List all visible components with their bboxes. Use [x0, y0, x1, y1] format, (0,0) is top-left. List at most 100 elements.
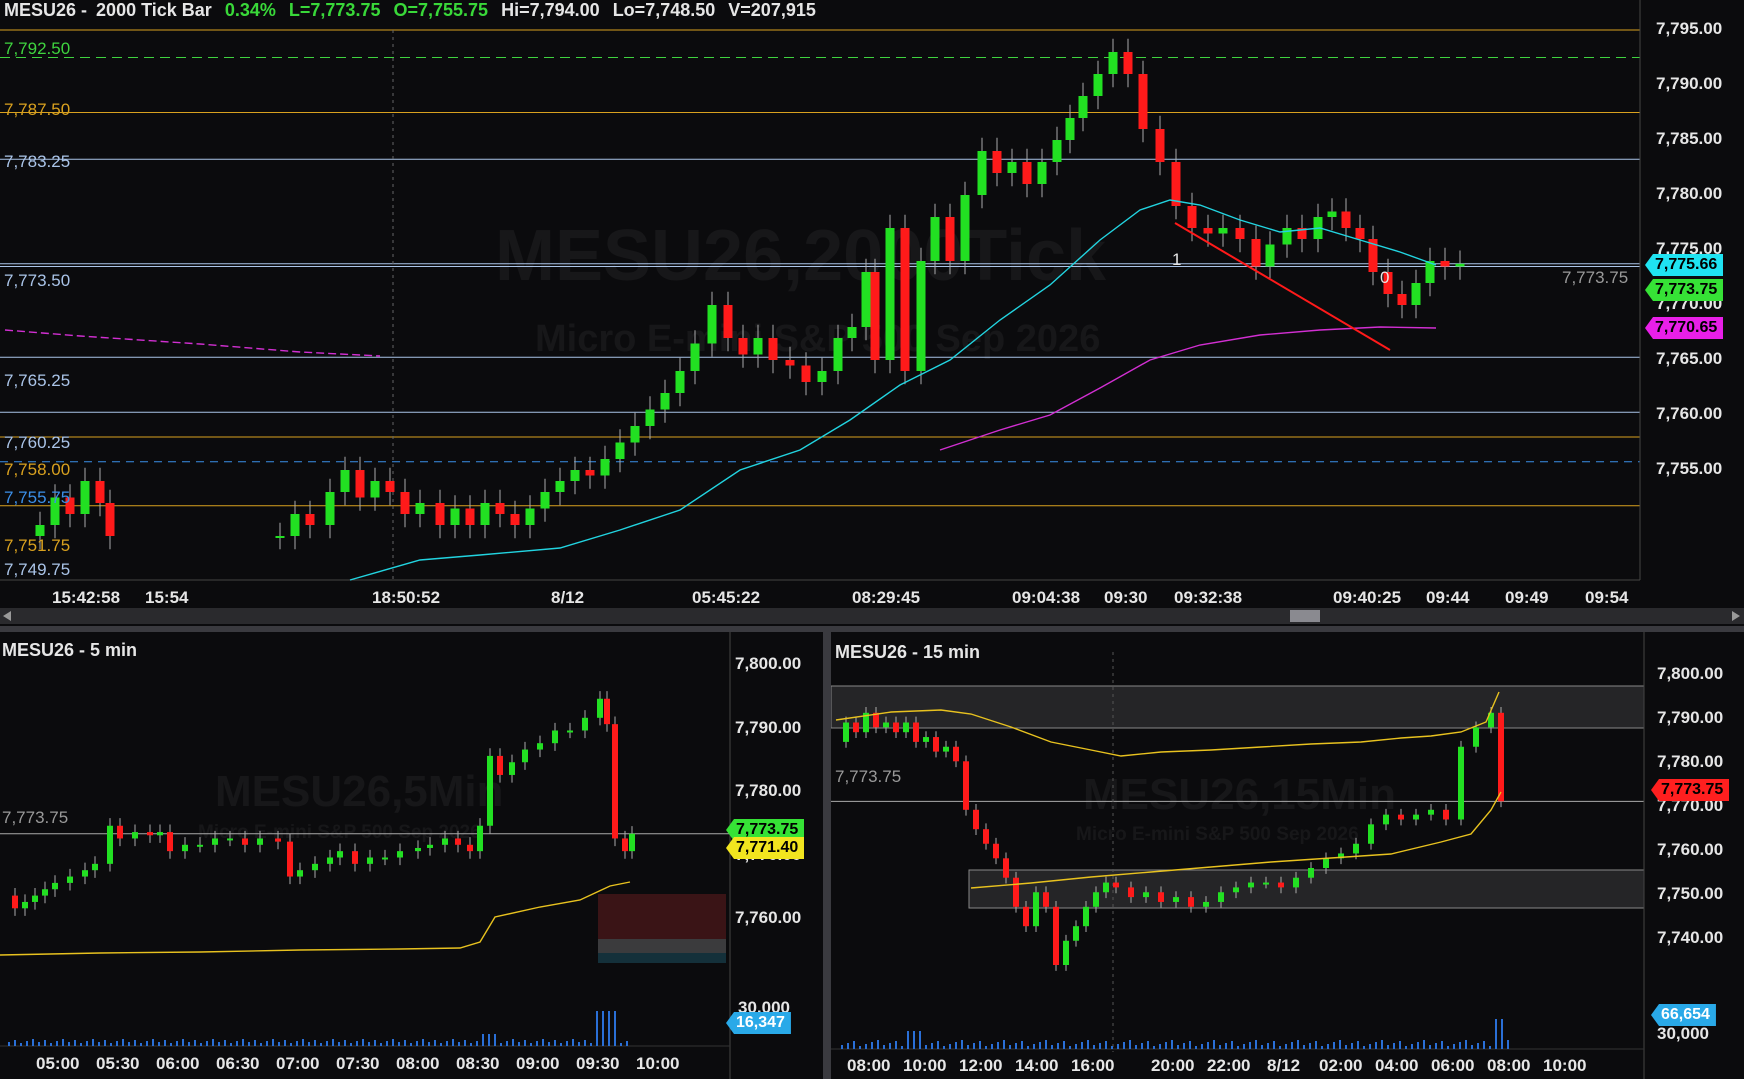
volume-bar: [1057, 1043, 1059, 1049]
tick-candle: [645, 409, 655, 426]
volume-bar: [224, 1040, 226, 1046]
volume-bar: [1219, 1045, 1221, 1049]
five-min-chart-panel[interactable]: MESU26,5Min Micro E-mini S&P 500 Sep 202…: [0, 632, 823, 1079]
volume-bar: [554, 1040, 556, 1046]
volume-bar: [1009, 1045, 1011, 1049]
volume-bar: [254, 1040, 256, 1046]
five-min-candle: [397, 851, 403, 858]
tick-candle: [1138, 74, 1148, 129]
tick-chart-plot[interactable]: [0, 0, 1744, 632]
volume-bar: [919, 1031, 921, 1049]
volume-bar: [1189, 1041, 1191, 1049]
fifteen-min-candle: [1103, 882, 1109, 893]
fifteen-min-candle: [1458, 746, 1464, 820]
fifteen-min-candle: [1173, 897, 1179, 902]
pane-separator-vertical[interactable]: [823, 632, 831, 1079]
fifteen-min-volume-tick: 30,000: [1657, 1024, 1709, 1043]
tick-candle: [977, 151, 987, 195]
fifteen-min-candle: [993, 843, 999, 859]
volume-bar: [1213, 1040, 1215, 1049]
volume-bar: [1027, 1046, 1029, 1049]
fifteen-min-candle: [1308, 868, 1314, 878]
volume-bar: [907, 1031, 909, 1049]
resistance-zone: [831, 685, 1645, 729]
main-y-tick: 7,755.00: [1656, 459, 1723, 478]
volume-bar: [236, 1041, 238, 1046]
five-min-candle: [537, 743, 543, 750]
volume-bar: [68, 1042, 70, 1046]
scroll-right-arrow[interactable]: [1732, 611, 1740, 621]
low-value: Lo=7,748.50: [612, 0, 716, 20]
tick-chart-panel[interactable]: MESU26,2000Tick Micro E-mini S&P 500 Sep…: [0, 0, 1744, 632]
five-min-volume-tag: 16,347: [726, 1012, 791, 1034]
five-min-candle: [287, 841, 293, 877]
last-value: L=7,773.75: [288, 0, 381, 20]
volume-bar: [602, 1011, 604, 1046]
tick-candle: [105, 503, 115, 536]
tick-candle: [1065, 118, 1075, 140]
swing-label-0: 0: [1380, 268, 1390, 287]
volume-bar: [230, 1043, 232, 1046]
fifteen-min-candle: [943, 746, 949, 752]
tick-candle: [861, 272, 871, 327]
volume-bar: [1369, 1044, 1371, 1049]
volume-bar: [212, 1039, 214, 1046]
five-min-candle: [312, 863, 318, 871]
volume-bar: [86, 1041, 88, 1046]
main-x-tick: 09:49: [1505, 588, 1549, 607]
five-min-candle: [467, 844, 473, 852]
fifteen-min-candle: [1218, 892, 1224, 902]
volume-bar: [1225, 1043, 1227, 1049]
fifteen-min-candle: [923, 737, 929, 742]
volume-bar: [1309, 1043, 1311, 1049]
volume-bar: [1093, 1045, 1095, 1049]
tick-candle: [1022, 162, 1032, 184]
volume-bar: [350, 1043, 352, 1046]
scrollbar-thumb[interactable]: [1290, 610, 1320, 622]
five-min-candle: [455, 838, 461, 845]
volume-bar: [1075, 1044, 1077, 1049]
volume-bar: [8, 1042, 10, 1046]
volume-bar: [608, 1011, 610, 1046]
volume-bar: [1069, 1046, 1071, 1049]
fifteen-min-candle: [1063, 940, 1069, 965]
volume-bar: [116, 1041, 118, 1046]
volume-bar: [110, 1043, 112, 1046]
volume-bar: [1381, 1040, 1383, 1049]
volume-bar: [1471, 1045, 1473, 1049]
five-min-x-tick: 08:00: [396, 1054, 440, 1073]
five-min-candle: [227, 838, 233, 841]
volume-bar: [140, 1043, 142, 1046]
tick-candle: [510, 514, 520, 525]
tick-candle: [1355, 228, 1365, 239]
fifteen-min-x-tick: 16:00: [1071, 1056, 1115, 1075]
fifteen-min-plot[interactable]: [831, 632, 1744, 1079]
volume-bar: [1171, 1040, 1173, 1049]
volume-bar: [853, 1041, 855, 1049]
volume-bar: [1183, 1043, 1185, 1049]
fifteen-min-x-tick: 8/12: [1267, 1056, 1301, 1075]
five-min-candle: [42, 889, 48, 896]
fifteen-min-chart-panel[interactable]: MESU26,15Min Micro E-mini S&P 500 Sep 20…: [831, 632, 1744, 1079]
volume-bar: [62, 1039, 64, 1046]
title-separator: -: [81, 0, 93, 20]
main-y-tick: 7,765.00: [1656, 349, 1723, 368]
volume-bar: [883, 1045, 885, 1049]
volume-bar: [500, 1043, 502, 1046]
volume-bar: [170, 1043, 172, 1046]
fifteen-min-x-tick: 12:00: [959, 1056, 1003, 1075]
tick-candle: [945, 217, 955, 261]
volume-bar: [560, 1043, 562, 1046]
volume-bar: [536, 1041, 538, 1046]
scroll-left-arrow[interactable]: [3, 611, 11, 621]
fifteen-min-x-tick: 20:00: [1151, 1056, 1195, 1075]
fifteen-min-y-tick: 7,780.00: [1657, 752, 1724, 771]
horizontal-scrollbar[interactable]: [0, 608, 1744, 624]
volume-bar: [284, 1040, 286, 1046]
volume-bar: [506, 1041, 508, 1046]
volume-bar: [494, 1034, 496, 1046]
five-min-plot[interactable]: [0, 632, 823, 1079]
volume-bar: [104, 1040, 106, 1046]
volume-bar: [1195, 1046, 1197, 1049]
fifteen-min-candle: [1233, 887, 1239, 893]
